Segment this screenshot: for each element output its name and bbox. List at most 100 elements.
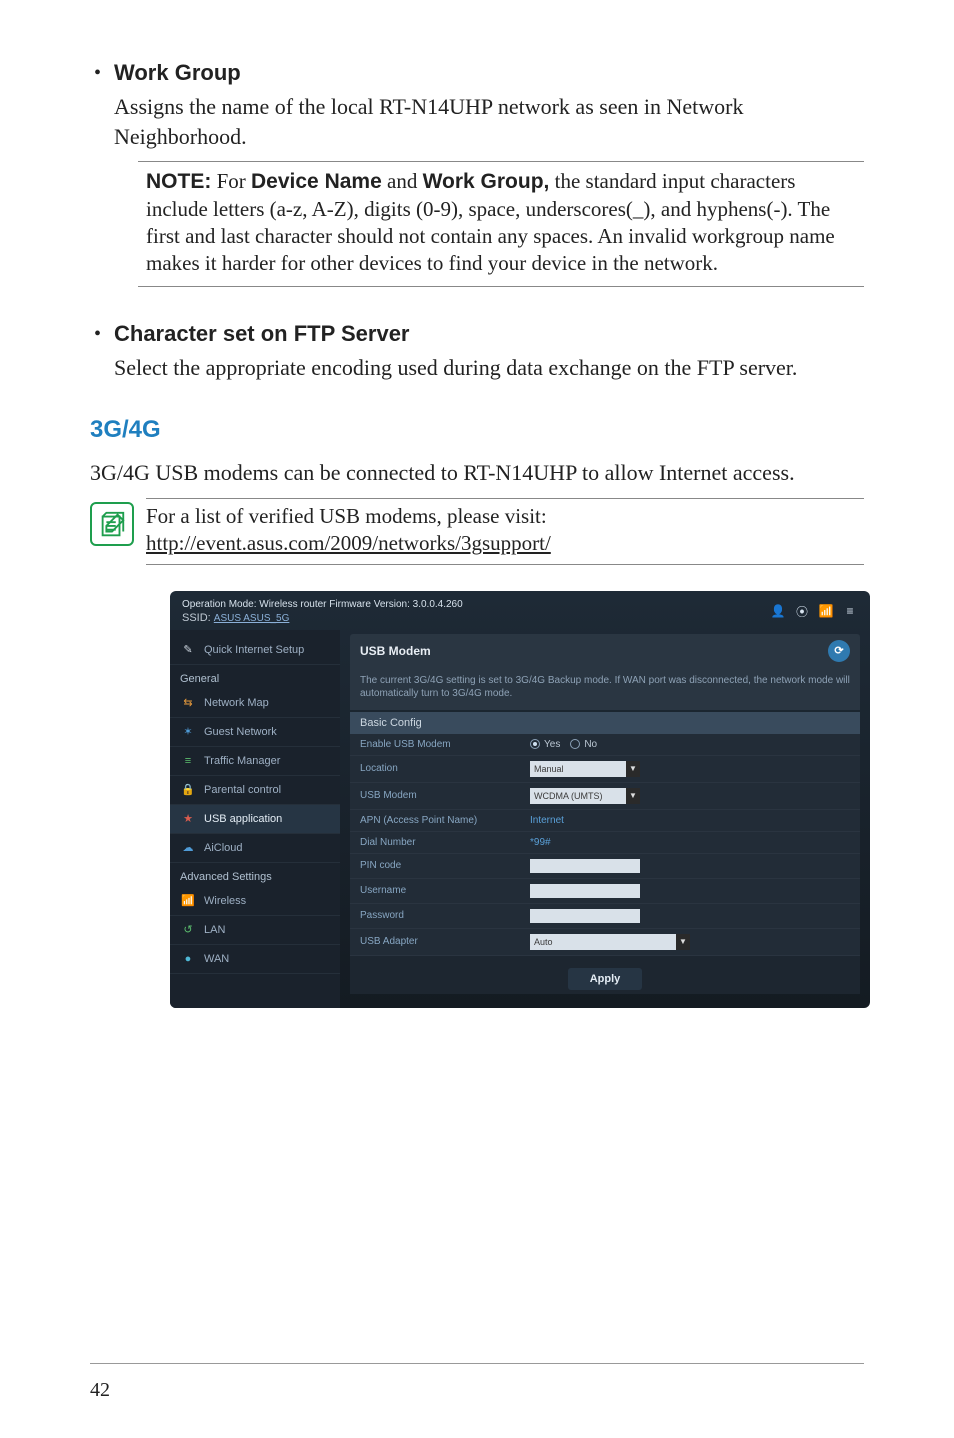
select-location[interactable]: Manual ▼ — [530, 761, 640, 777]
form-label: Enable USB Modem — [360, 739, 530, 750]
sidebar-item-label: Traffic Manager — [204, 755, 280, 767]
sidebar-item-usb-app[interactable]: ★USB application — [170, 805, 340, 834]
form-label: Location — [360, 763, 530, 774]
traffic-icon: ≡ — [180, 753, 196, 769]
sidebar-item-label: Network Map — [204, 697, 269, 709]
item-heading: Character set on FTP Server — [114, 321, 410, 347]
lan-icon: ↺ — [180, 922, 196, 938]
wan-icon: ● — [180, 951, 196, 967]
ssid-label: SSID: — [182, 612, 211, 624]
note-t1: For — [211, 169, 251, 193]
refresh-icon[interactable]: ⟳ — [828, 640, 850, 662]
item-body: Select the appropriate encoding used dur… — [114, 353, 864, 383]
section-heading: 3G/4G — [90, 416, 864, 444]
form-label: APN (Access Point Name) — [360, 815, 530, 826]
username-input[interactable] — [530, 884, 640, 898]
sidebar-item-traffic[interactable]: ≡ Traffic Manager — [170, 747, 340, 776]
radio-yes[interactable]: Yes — [530, 739, 560, 750]
info-line: For a list of verified USB modems, pleas… — [146, 504, 547, 528]
sidebar-item-label: LAN — [204, 924, 225, 936]
note-b1: Device Name — [251, 170, 382, 193]
globe-icon[interactable]: ⦿ — [794, 603, 810, 619]
select-value: Manual — [534, 764, 564, 774]
wifi-icon[interactable]: 📶 — [818, 603, 834, 619]
sidebar-item-label: Guest Network — [204, 726, 277, 738]
form-label: PIN code — [360, 860, 530, 871]
doc-item-charset: • Character set on FTP Server Select the… — [90, 321, 864, 383]
select-value: Auto — [534, 937, 553, 947]
panel-desc: The current 3G/4G setting is set to 3G/4… — [350, 668, 860, 710]
menu-icon[interactable]: ≡ — [842, 603, 858, 619]
usb-icon: ★ — [180, 811, 196, 827]
sidebar-cat-general: General — [170, 665, 340, 689]
ssid-value[interactable]: ASUS ASUS_5G — [214, 613, 290, 624]
pin-input[interactable] — [530, 859, 640, 873]
apply-button[interactable]: Apply — [568, 968, 643, 990]
ui-topbar: Operation Mode: Wireless router Firmware… — [170, 591, 870, 630]
section-3g4g: 3G/4G 3G/4G USB modems can be connected … — [90, 416, 864, 564]
item-heading: Work Group — [114, 60, 241, 86]
note-t2: and — [382, 169, 423, 193]
ui-main-panel: USB Modem ⟳ The current 3G/4G setting is… — [340, 630, 870, 1008]
notepad-icon — [90, 502, 134, 546]
apn-value[interactable]: Internet — [530, 815, 564, 826]
sidebar-item-label: Parental control — [204, 784, 281, 796]
chevron-down-icon: ▼ — [626, 761, 640, 777]
wireless-icon: 📶 — [180, 893, 196, 909]
sidebar-cat-advanced: Advanced Settings — [170, 863, 340, 887]
sidebar-item-network-map[interactable]: ⇆Network Map — [170, 689, 340, 718]
sidebar-item-guest-network[interactable]: ✶ Guest Network — [170, 718, 340, 747]
row-usb-adapter: USB Adapter Auto▼ — [350, 929, 860, 956]
info-text: For a list of verified USB modems, pleas… — [146, 498, 864, 565]
chevron-down-icon: ▼ — [626, 788, 640, 804]
sidebar-item-label: Wireless — [204, 895, 246, 907]
select-usb-modem[interactable]: WCDMA (UMTS)▼ — [530, 788, 640, 804]
sidebar-item-aicloud[interactable]: ☁ AiCloud — [170, 834, 340, 863]
row-location: Location Manual ▼ — [350, 756, 860, 783]
lock-icon: 🔒 — [180, 782, 196, 798]
form-label: Password — [360, 910, 530, 921]
bullet-icon: • — [90, 60, 114, 86]
sidebar-item-lan[interactable]: ↺ LAN — [170, 916, 340, 945]
footer-rule — [90, 1363, 864, 1364]
row-apn: APN (Access Point Name) Internet — [350, 810, 860, 832]
sidebar-item-label: WAN — [204, 953, 229, 965]
wand-icon: ✎ — [180, 642, 196, 658]
dial-value[interactable]: *99# — [530, 837, 551, 848]
ui-mode-line: Operation Mode: Wireless router Firmware… — [182, 599, 463, 610]
router-ui-screenshot: Operation Mode: Wireless router Firmware… — [170, 591, 870, 1008]
bullet-icon: • — [90, 321, 114, 347]
row-enable-usb-modem: Enable USB Modem Yes No — [350, 734, 860, 756]
select-usb-adapter[interactable]: Auto ▼ — [530, 934, 690, 950]
panel-title: USB Modem — [360, 644, 431, 658]
radio-no[interactable]: No — [570, 739, 597, 750]
sidebar-item-label: AiCloud — [204, 842, 243, 854]
sidebar-quick-setup[interactable]: ✎ Quick Internet Setup — [170, 636, 340, 665]
info-link[interactable]: http://event.asus.com/2009/networks/3gsu… — [146, 531, 551, 555]
form-label: Dial Number — [360, 837, 530, 848]
guest-icon: ✶ — [180, 724, 196, 740]
radio-label: Yes — [544, 739, 560, 750]
form-label: USB Modem — [360, 790, 530, 801]
section-body: 3G/4G USB modems can be connected to RT-… — [90, 458, 864, 488]
sidebar-item-wireless[interactable]: 📶 Wireless — [170, 887, 340, 916]
row-password: Password — [350, 904, 860, 929]
row-pin: PIN code — [350, 854, 860, 879]
note-b2: Work Group, — [423, 170, 550, 193]
sidebar-item-wan[interactable]: ● WAN — [170, 945, 340, 974]
note-box: NOTE: For Device Name and Work Group, th… — [138, 161, 864, 286]
doc-item-work-group: • Work Group Assigns the name of the loc… — [90, 60, 864, 287]
page-number: 42 — [90, 1379, 110, 1402]
cloud-icon: ☁ — [180, 840, 196, 856]
user-icon[interactable]: 👤 — [770, 603, 786, 619]
ui-sidebar: ✎ Quick Internet Setup General ⇆Network … — [170, 630, 340, 1008]
sidebar-item-parental[interactable]: 🔒 Parental control — [170, 776, 340, 805]
radio-label: No — [584, 739, 597, 750]
note-label: NOTE: — [146, 170, 211, 193]
password-input[interactable] — [530, 909, 640, 923]
panel-subhead: Basic Config — [350, 712, 860, 734]
chevron-down-icon: ▼ — [676, 934, 690, 950]
form-label: Username — [360, 885, 530, 896]
row-username: Username — [350, 879, 860, 904]
row-usb-modem: USB Modem WCDMA (UMTS)▼ — [350, 783, 860, 810]
